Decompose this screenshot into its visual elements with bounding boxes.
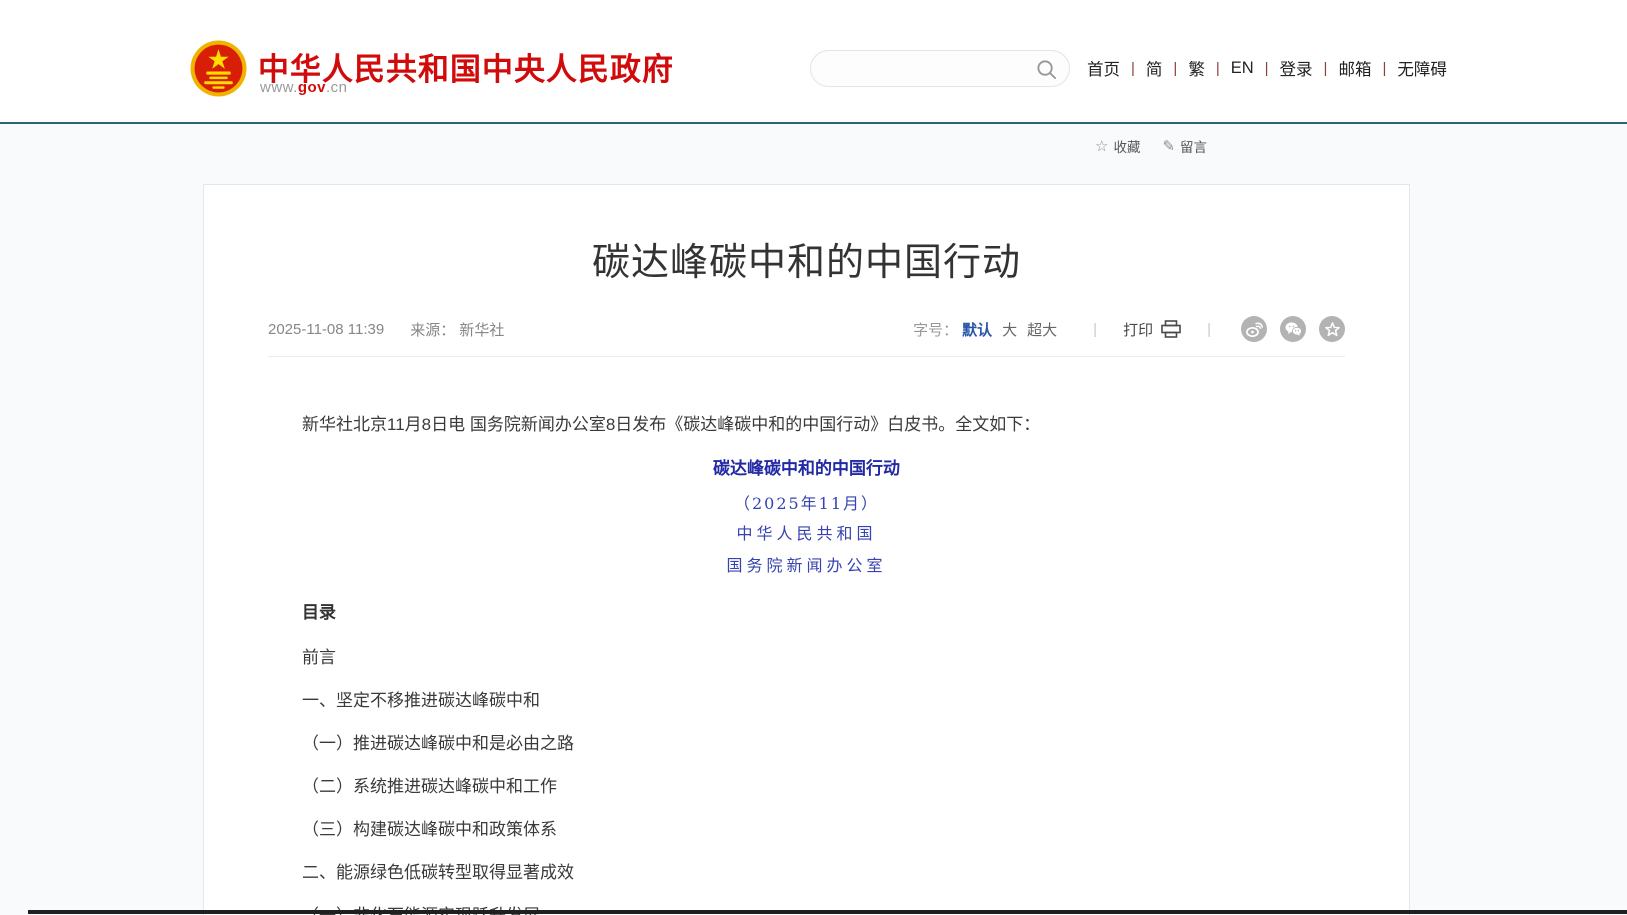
font-size-large[interactable]: 大 (1002, 319, 1017, 340)
font-size-label: 字号： (913, 319, 958, 340)
article-meta: 2025-11-08 11:39 来源： 新华社 字号： 默认 大 超大 | 打… (268, 316, 1345, 357)
comment-label: 留言 (1180, 136, 1207, 156)
toc-heading: 目录 (268, 603, 1345, 623)
url-suffix: .cn (326, 79, 348, 96)
meta-separator: | (1093, 321, 1097, 338)
lead-paragraph: 新华社北京11月8日电 国务院新闻办公室8日发布《碳达峰碳中和的中国行动》白皮书… (268, 415, 1345, 435)
page: 中华人民共和国中央人民政府 www.gov.cn 首页 | 简 | 繁 | EN… (0, 0, 1627, 915)
star-icon: ☆ (1095, 137, 1108, 155)
url-prefix: www. (260, 79, 298, 96)
nav-separator: | (1315, 60, 1337, 77)
favorite-label: 收藏 (1113, 136, 1140, 156)
url-gov: gov (298, 79, 326, 96)
print-label: 打印 (1123, 319, 1153, 340)
top-nav: 首页 | 简 | 繁 | EN | 登录 | 邮箱 | 无障碍 (1085, 56, 1449, 80)
nav-simplified[interactable]: 简 (1144, 56, 1165, 80)
search-box[interactable] (810, 50, 1070, 87)
national-emblem-logo[interactable] (190, 40, 247, 97)
publish-date: 2025-11-08 11:39 (268, 321, 384, 338)
nav-separator: | (1164, 60, 1186, 77)
search-input[interactable] (827, 55, 1027, 83)
pencil-icon: ✎ (1162, 137, 1175, 155)
nav-english[interactable]: EN (1229, 59, 1256, 78)
document-date: （2025年11月） (268, 494, 1345, 514)
toc-item-1: 一、坚定不移推进碳达峰碳中和 (268, 691, 1345, 711)
search-icon[interactable] (1036, 59, 1057, 80)
meta-separator: | (1207, 321, 1211, 338)
wechat-share-icon[interactable] (1280, 316, 1306, 342)
weibo-share-icon[interactable] (1241, 316, 1267, 342)
document-org-line1: 中华人民共和国 (268, 524, 1345, 544)
article-title: 碳达峰碳中和的中国行动 (268, 231, 1345, 286)
site-header: 中华人民共和国中央人民政府 www.gov.cn 首页 | 简 | 繁 | EN… (0, 0, 1627, 122)
nav-separator: | (1256, 60, 1278, 77)
nav-mail[interactable]: 邮箱 (1336, 56, 1373, 80)
source-value[interactable]: 新华社 (459, 322, 504, 339)
print-button[interactable]: 打印 (1123, 319, 1181, 340)
nav-separator: | (1373, 60, 1395, 77)
article-body: 新华社北京11月8日电 国务院新闻办公室8日发布《碳达峰碳中和的中国行动》白皮书… (268, 357, 1345, 915)
header-divider (0, 122, 1627, 124)
toc-item-1-1: （一）推进碳达峰碳中和是必由之路 (268, 734, 1345, 754)
favorite-button[interactable]: ☆ 收藏 (1095, 136, 1140, 156)
site-url: www.gov.cn (260, 79, 348, 96)
toc-item-1-3: （三）构建碳达峰碳中和政策体系 (268, 820, 1345, 840)
font-size-xlarge[interactable]: 超大 (1027, 319, 1057, 340)
comment-button[interactable]: ✎ 留言 (1162, 136, 1207, 156)
source-label: 来源： (410, 322, 455, 339)
printer-icon (1161, 320, 1181, 338)
nav-home[interactable]: 首页 (1085, 56, 1122, 80)
more-share-icon[interactable] (1319, 316, 1345, 342)
article-container: 碳达峰碳中和的中国行动 2025-11-08 11:39 来源： 新华社 字号：… (203, 184, 1410, 915)
document-org-line2: 国务院新闻办公室 (268, 556, 1345, 576)
nav-traditional[interactable]: 繁 (1186, 56, 1207, 80)
nav-accessibility[interactable]: 无障碍 (1395, 56, 1449, 80)
font-size-default[interactable]: 默认 (962, 319, 992, 340)
window-bottom-edge (28, 910, 1627, 914)
nav-login[interactable]: 登录 (1278, 56, 1315, 80)
toc-item-2: 二、能源绿色低碳转型取得显著成效 (268, 863, 1345, 883)
share-icons (1241, 316, 1345, 342)
document-title: 碳达峰碳中和的中国行动 (268, 459, 1345, 479)
nav-separator: | (1207, 60, 1229, 77)
toc-item-preface: 前言 (268, 648, 1345, 668)
source: 来源： 新华社 (410, 319, 504, 340)
page-actions: ☆ 收藏 ✎ 留言 (1095, 136, 1207, 156)
nav-separator: | (1122, 60, 1144, 77)
toc-item-1-2: （二）系统推进碳达峰碳中和工作 (268, 777, 1345, 797)
